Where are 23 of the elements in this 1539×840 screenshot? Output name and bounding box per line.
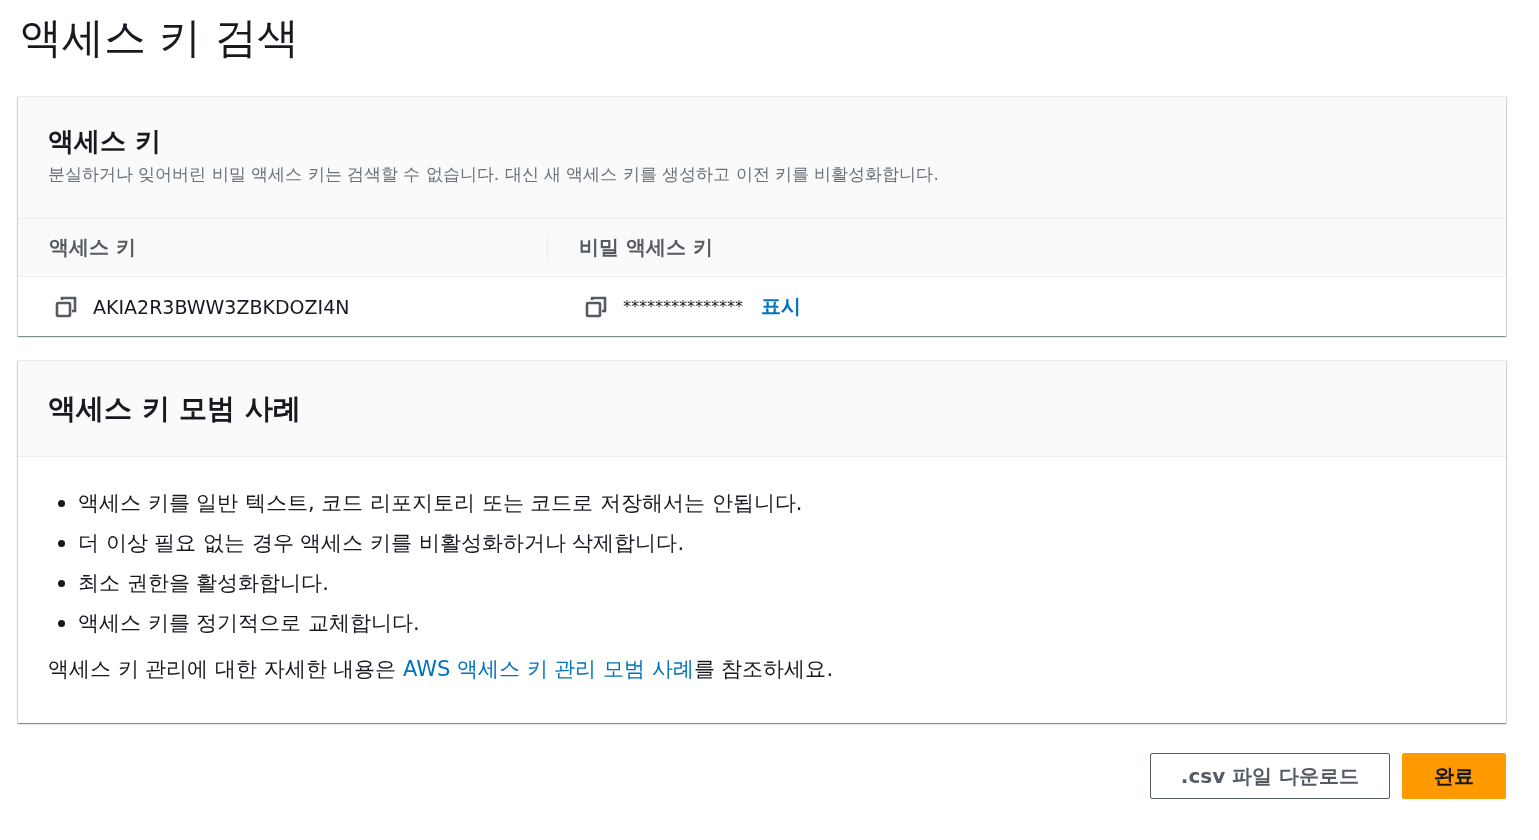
bullet-icon bbox=[58, 499, 65, 507]
help-paragraph: 액세스 키 관리에 대한 자세한 내용은 AWS 액세스 키 관리 모범 사례를 참조하세요. bbox=[48, 656, 835, 683]
copy-icon[interactable] bbox=[585, 295, 607, 318]
list-item: 액세스 키를 일반 텍스트, 코드 리포지토리 또는 코드로 저장해서는 안됩니다. bbox=[78, 490, 803, 517]
panel-description: 분실하거나 잊어버린 비밀 액세스 키는 검색할 수 없습니다. 대신 새 액세스 키를 생성하고 이전 키를 비활성화합니다. bbox=[48, 163, 940, 186]
best-practices-link[interactable]: AWS 액세스 키 관리 모범 사례 bbox=[403, 657, 694, 681]
download-button[interactable]: .csv 파일 다운로드 bbox=[1150, 753, 1390, 799]
list-item: 최소 권한을 활성화합니다. bbox=[78, 570, 330, 597]
list-item: 더 이상 필요 없는 경우 액세스 키를 비활성화하거나 삭제합니다. bbox=[78, 530, 685, 557]
panel-title: 액세스 키 bbox=[48, 125, 163, 158]
show-link[interactable]: 표시 bbox=[761, 293, 801, 320]
column-header: 액세스 키 bbox=[49, 234, 136, 261]
bullet-icon bbox=[58, 579, 65, 587]
done-button[interactable]: 완료 bbox=[1402, 753, 1506, 799]
column-header: 비밀 액세스 키 bbox=[579, 235, 713, 259]
list-item: 액세스 키를 정기적으로 교체합니다. bbox=[78, 610, 420, 637]
page-title: 액세스 키 검색 bbox=[19, 12, 300, 64]
panel-title: 액세스 키 모범 사례 bbox=[48, 390, 302, 427]
copy-icon[interactable] bbox=[55, 295, 77, 318]
access-key-value: AKIA2R3BWW3ZBKDOZI4N bbox=[93, 295, 350, 318]
bullet-icon bbox=[58, 539, 65, 547]
secret-key-masked: *************** bbox=[623, 297, 743, 316]
bullet-icon bbox=[58, 619, 65, 627]
